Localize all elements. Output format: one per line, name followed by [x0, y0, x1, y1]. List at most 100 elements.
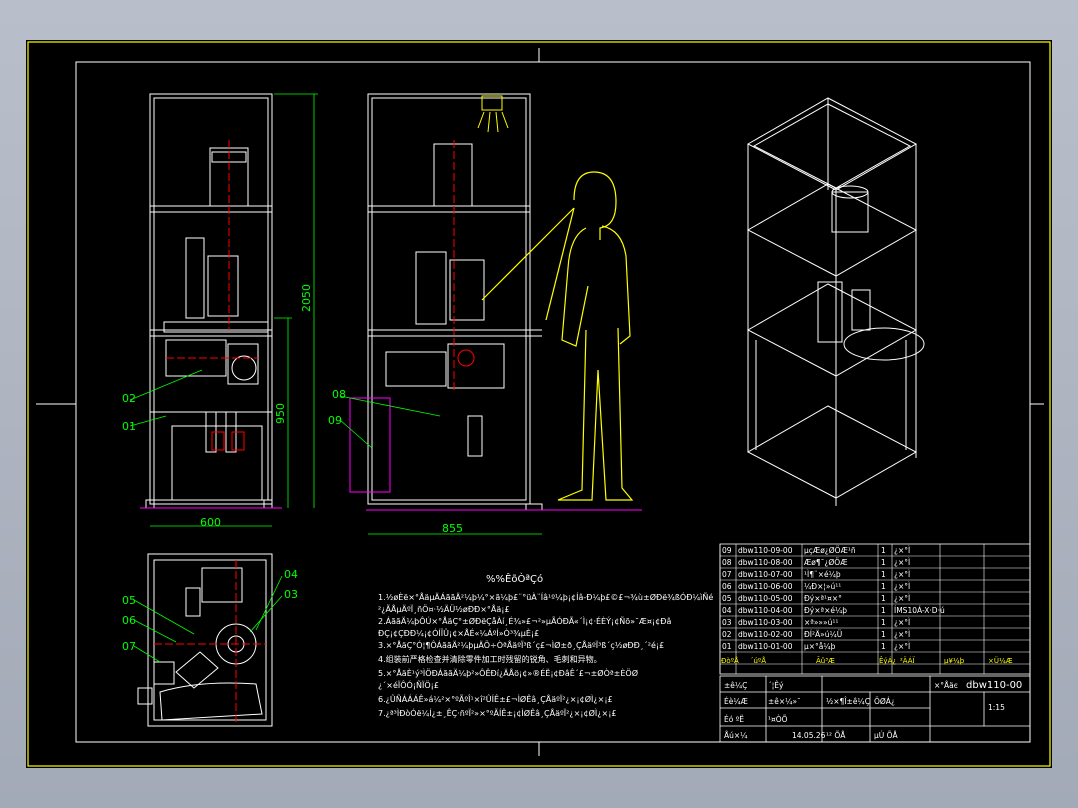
bom-cell: 1 — [881, 606, 886, 615]
control-box — [349, 397, 391, 493]
notes-title: %%ÊõÒªÇó — [486, 572, 543, 585]
bom-cell: 08 — [722, 558, 732, 567]
bom-cell: dbw110-01-00 — [738, 642, 793, 651]
bom-cell: ¼Ð×¦»ú¹¹ — [804, 582, 841, 591]
bom-cell: ¿×°Ì — [894, 570, 910, 579]
top-view — [137, 553, 273, 727]
bom-cell: ¿×°Ì — [894, 594, 910, 603]
bom-cell: dbw110-04-00 — [738, 606, 793, 615]
bom-cell: Æø¶¯¿ØÖÆ — [804, 558, 848, 567]
bom-row: 04 dbw110-04-00 Ðý×ª×é¼þ 1 ÍMS10Á-X·D·ú — [722, 606, 945, 615]
bom-cell: ¹Ì¶¨×é¼þ — [804, 570, 841, 579]
bom-cell: 1 — [881, 582, 886, 591]
technical-notes: 1.½øÈë×°ÅäµÄÁããÄ²¼þ¼°×ã¼þ£¨°üÀ¨Íâ¹º¼þ¡¢Í… — [378, 591, 713, 718]
note-line: 1.½øÈë×°ÅäµÄÁããÄ²¼þ¼°×ã¼þ£¨°üÀ¨Íâ¹º¼þ¡¢Í… — [378, 591, 713, 602]
bom-header-cell: ´úºÅ — [750, 656, 766, 665]
drawing-sheet[interactable]: 2050 950 600 855 02 01 08 09 04 03 05 06… — [26, 40, 1052, 768]
bom-row: 06 dbw110-06-00 ¼Ð×¦»ú¹¹ 1 ¿×°Ì — [722, 582, 910, 591]
bom-cell: 1 — [881, 558, 886, 567]
note-line: 3.×°ÅäÇ°Ó¦¶ÔÁããÄ²¼þµÄÖ÷ÒªÅäºÏ³ß´ç£¬ÌØ±ð¸… — [378, 639, 664, 650]
bom-cell: dbw110-06-00 — [738, 582, 793, 591]
side-view-parts — [453, 140, 475, 390]
tb-scale: 1:15 — [988, 703, 1005, 712]
bom-cell: dbw110-07-00 — [738, 570, 793, 579]
bom-cell: ¿×°Ì — [894, 582, 910, 591]
top-view-center — [154, 560, 266, 724]
bom-cell: 04 — [722, 606, 732, 615]
note-line: 6.¿ÛÑÁÁÁÊ»á¼²×°ºÃºÎ¹×î²ÛÍÊ±£¬ÌØÊâ¸ÇÅäºÏ²… — [378, 693, 613, 704]
callout-05: 05 — [122, 594, 136, 607]
bom-cell: µ×°å¼þ — [804, 642, 836, 651]
bom-cell: 07 — [722, 570, 732, 579]
tb-stage: ½×¶Î±ê¼Ç — [826, 697, 870, 706]
tb-drawing-no: dbw110-00 — [966, 680, 1022, 691]
isometric-view — [746, 97, 925, 506]
lamp — [477, 95, 509, 133]
callout-09: 09 — [328, 414, 342, 427]
tb-assembly: ×°Åäͼ — [934, 681, 958, 690]
bom-header-cell: ÊýÁ¿ — [879, 656, 896, 665]
bom-row: 03 dbw110-03-00 ×ª»»»ú¹¹ 1 ¿×°Ì — [722, 618, 910, 627]
side-view — [367, 93, 543, 511]
bom-cell: Ðý×ª×é¼þ — [804, 606, 847, 615]
tb-date: 14.05.26 — [792, 731, 826, 740]
callout-01: 01 — [122, 420, 136, 433]
bom-cell: dbw110-08-00 — [738, 558, 793, 567]
bom-cell: 06 — [722, 582, 732, 591]
bom-cell: 1 — [881, 570, 886, 579]
bom-cell: 1 — [881, 630, 886, 639]
bom-row: 08 dbw110-08-00 Æø¶¯¿ØÖÆ 1 ¿×°Ì — [722, 558, 910, 567]
bom-table: 09 dbw110-09-00 µçÆø¿ØÖÆ¹ñ 1 ¿×°Ì 08 dbw110-08… — [719, 543, 1031, 675]
front-view-parts — [166, 140, 258, 451]
bom-header-cell: µ¥¼þ — [944, 657, 965, 665]
note-line: 2.ÁããÄ¼þÔÚ×°ÅäÇ°±ØÐëÇåÀí¸É¾»£¬²»µÃÓÐÃ«´Ì… — [378, 615, 671, 626]
bom-cell: ÍMS10Á-X·D·ú — [894, 606, 945, 615]
bom-cell: 02 — [722, 630, 732, 639]
callout-02: 02 — [122, 392, 136, 405]
cad-viewport: 2050 950 600 855 02 01 08 09 04 03 05 06… — [0, 0, 1078, 808]
bom-cell: 1 — [881, 618, 886, 627]
bom-cell: 1 — [881, 642, 886, 651]
bom-header-cell: ²ÄÁÏ — [900, 656, 916, 665]
bom-cell: 05 — [722, 594, 732, 603]
bom-cell: 1 — [881, 594, 886, 603]
cad-drawing: 2050 950 600 855 02 01 08 09 04 03 05 06… — [27, 41, 1051, 767]
note-line: 5.×°ÅäÈ¹ý³ÌÖÐÁããÄ¼þ²»ÔÊÐí¿ÄÅö¡¢»®ÉË¡¢ÐâÊ… — [378, 667, 638, 678]
bom-row: 01 dbw110-01-00 µ×°å¼þ 1 ¿×°Ì — [722, 642, 910, 651]
bom-cell: µçÆø¿ØÖÆ¹ñ — [804, 546, 856, 555]
bom-cell: ¿×°Ì — [894, 558, 910, 567]
front-view — [145, 93, 273, 509]
tb-weight: ÖØÁ¿ — [874, 697, 895, 706]
bom-cell: ×ª»»»ú¹¹ — [804, 618, 838, 627]
tb-mark: ±ê¼Ç — [724, 681, 747, 690]
bom-row: 07 dbw110-07-00 ¹Ì¶¨×é¼þ 1 ¿×°Ì — [722, 570, 910, 579]
dimension-lines — [150, 93, 542, 535]
dim-width-side: 855 — [442, 522, 463, 535]
callout-03: 03 — [284, 588, 298, 601]
bom-cell: ÐÍ²Ä»ú¼Ü — [804, 630, 842, 639]
bom-cell: 1 — [881, 546, 886, 555]
callout-04: 04 — [284, 568, 298, 581]
dim-width-front: 600 — [200, 516, 221, 529]
note-line: ÐÇ¡¢ÇÐÐ¼¡¢ÓÍÎÛ¡¢×ÅÉ«¼ÁºÍ»Ò³¾µÈ¡£ — [378, 627, 539, 638]
callout-08: 08 — [332, 388, 346, 401]
bom-header-cell: Ãû³Æ — [816, 656, 835, 665]
bom-cell: 01 — [722, 642, 732, 651]
tb-sheet-no: µÚ ÕÅ — [874, 731, 899, 740]
callout-06: 06 — [122, 614, 136, 627]
tb-standard: ±ê×¼»¯ — [768, 697, 801, 706]
note-line: 4.组装前严格检查并清除零件加工时残留的锐角、毛刺和异物。 — [378, 654, 602, 664]
bom-cell: Ðý×ª¹¤×° — [804, 594, 842, 603]
note-line: ²¿ÃÅµÄºÏ¸ñÖ¤·½ÄÜ½øÐÐ×°Åä¡£ — [378, 603, 510, 614]
tb-review: Éó ºË — [724, 715, 744, 724]
tb-sheets: ¹² ÕÅ — [826, 731, 846, 740]
bom-cell: dbw110-05-00 — [738, 594, 793, 603]
note-line: ¿´×éÏÔÓ¡ÑÏÖ¡£ — [378, 679, 439, 690]
bom-cell: ¿×°Ì — [894, 618, 910, 627]
bom-row: 02 dbw110-02-00 ÐÍ²Ä»ú¼Ü 1 ¿×°Ì — [722, 630, 910, 639]
bom-cell: dbw110-03-00 — [738, 618, 793, 627]
bom-cell: ¿×°Ì — [894, 630, 910, 639]
bom-cell: 03 — [722, 618, 732, 627]
dim-height-table: 950 — [274, 403, 287, 424]
bom-row: 09 dbw110-09-00 µçÆø¿ØÖÆ¹ñ 1 ¿×°Ì — [722, 546, 910, 555]
